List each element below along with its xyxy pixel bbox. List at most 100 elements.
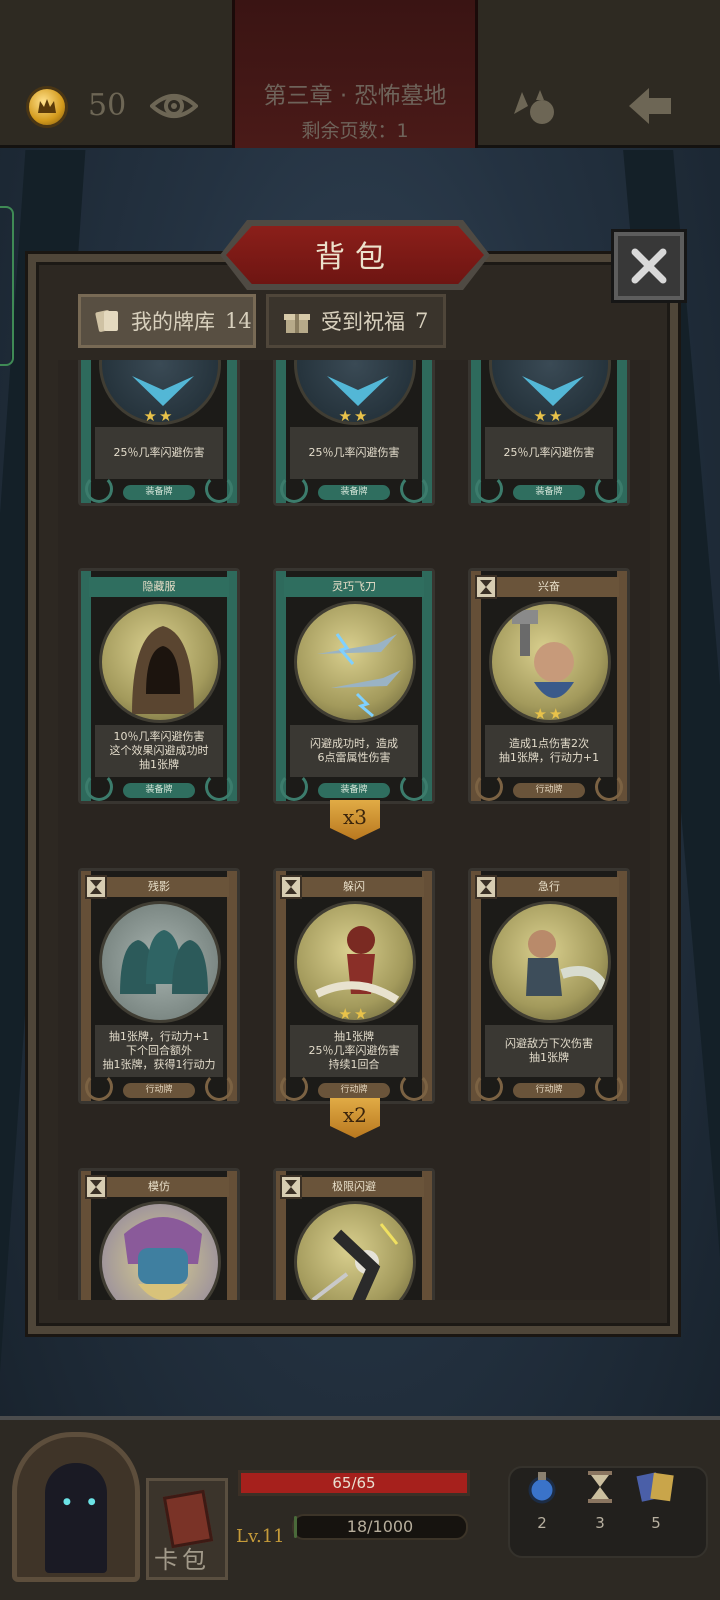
- card-type: 装备牌: [123, 783, 195, 798]
- extreme-dodge-icon: [311, 1223, 399, 1300]
- card-name: 躲闪: [284, 877, 424, 897]
- card-name: 极限闪避: [284, 1177, 424, 1197]
- card-stars: ★★: [338, 1005, 370, 1023]
- afterimage-icon: [120, 930, 208, 994]
- card-art: [489, 901, 611, 1023]
- flying-knives-icon: [317, 633, 401, 718]
- card[interactable]: 兴奋 ★★ 造成1点伤害2次 抽1张牌，行动力+1 行动牌: [468, 568, 630, 804]
- card-name: 灵巧飞刀: [284, 577, 424, 597]
- card-description: 抽1张牌，行动力+1 下个回合额外 抽1张牌，获得1行动力: [95, 1025, 223, 1077]
- card-art: [99, 1201, 221, 1300]
- eye-icon[interactable]: [149, 86, 199, 130]
- player-level: Lv.11: [236, 1526, 285, 1547]
- gift-icon: [284, 314, 310, 333]
- card[interactable]: 躲闪 ★★ 抽1张牌 25％几率闪避伤害 持续1回合 行动牌: [273, 868, 435, 1104]
- card-type: 行动牌: [318, 1083, 390, 1098]
- panel-title: 背包: [315, 240, 395, 275]
- card-stars: ★★: [533, 407, 565, 425]
- card-description: 闪避敌方下次伤害 抽1张牌: [485, 1025, 613, 1077]
- dashing-warrior-icon: [526, 930, 608, 996]
- card[interactable]: 隐藏服 10％几率闪避伤害 这个效果闪避成功时 抽1张牌 装备牌: [78, 568, 240, 804]
- card-art: [99, 901, 221, 1023]
- cards-icon: [95, 310, 118, 332]
- resource-count: 2: [537, 1514, 547, 1532]
- resource-count: 5: [651, 1514, 661, 1532]
- tab-count: 14: [225, 309, 252, 333]
- card[interactable]: ★★ 25％几率闪避伤害 装备牌: [78, 360, 240, 506]
- card-type: 装备牌: [318, 485, 390, 500]
- card-name: 隐藏服: [89, 577, 229, 597]
- card-type: 装备牌: [318, 783, 390, 798]
- card-type: 装备牌: [513, 485, 585, 500]
- card-description: 闪避成功时，造成 6点雷属性伤害: [290, 725, 418, 777]
- resource-count: 3: [595, 1514, 605, 1532]
- card-description: 抽1张牌 25％几率闪避伤害 持续1回合: [290, 1025, 418, 1077]
- coin-count: 50: [88, 88, 127, 123]
- card-type: 行动牌: [513, 783, 585, 798]
- resource-cards[interactable]: 5: [634, 1470, 678, 1532]
- card[interactable]: 急行 闪避敌方下次伤害 抽1张牌 行动牌: [468, 868, 630, 1104]
- tab-count: 7: [415, 309, 429, 333]
- hourglass-icon: [588, 1471, 612, 1503]
- card-art: [294, 1201, 416, 1300]
- cards-icon: [636, 1472, 674, 1502]
- card[interactable]: 灵巧飞刀 闪避成功时，造成 6点雷属性伤害 装备牌: [273, 568, 435, 804]
- hourglass-icon: [280, 875, 302, 899]
- card-art: [99, 601, 221, 723]
- back-arrow-icon[interactable]: [625, 84, 675, 132]
- hp-text: 65/65: [332, 1474, 376, 1492]
- side-drawer-tab[interactable]: [0, 206, 14, 366]
- card-count-badge: x2: [330, 1098, 380, 1138]
- hourglass-icon: [475, 875, 497, 899]
- card-name: 急行: [479, 877, 619, 897]
- hero-portrait[interactable]: ● ●: [12, 1432, 140, 1582]
- card-description: 25％几率闪避伤害: [95, 427, 223, 479]
- card-stars: ★★: [338, 407, 370, 425]
- card[interactable]: 残影 抽1张牌，行动力+1 下个回合额外 抽1张牌，获得1行动力 行动牌: [78, 868, 240, 1104]
- card-description: 10％几率闪避伤害 这个效果闪避成功时 抽1张牌: [95, 725, 223, 777]
- tab-blessings[interactable]: 受到祝福 7: [266, 294, 446, 348]
- resource-hourglass[interactable]: 3: [578, 1470, 622, 1532]
- chapter-banner: 第三章 · 恐怖墓地 剩余页数：1: [232, 0, 478, 148]
- pages-remaining: 剩余页数：1: [301, 120, 409, 142]
- tab-my-deck[interactable]: 我的牌库 14: [78, 294, 256, 348]
- card-name: 模仿: [89, 1177, 229, 1197]
- hourglass-icon: [85, 875, 107, 899]
- card-stars: ★★: [143, 407, 175, 425]
- card-stars: ★★: [533, 705, 565, 723]
- hp-bar: 65/65: [238, 1470, 470, 1496]
- hooded-hero-icon: [45, 1463, 107, 1573]
- hooded-cloak-icon: [132, 626, 194, 714]
- gold-coin-icon: [26, 86, 68, 128]
- hourglass-icon: [475, 575, 497, 599]
- chapter-title: 第三章 · 恐怖墓地: [263, 83, 447, 109]
- xp-text: 18/1000: [346, 1517, 414, 1536]
- card-description: 造成1点伤害2次 抽1张牌，行动力+1: [485, 725, 613, 777]
- card-name: 兴奋: [479, 577, 619, 597]
- card[interactable]: 模仿: [78, 1168, 240, 1300]
- card-description: 25％几率闪避伤害: [290, 427, 418, 479]
- card-pack-label: 卡包: [154, 1546, 210, 1574]
- top-bar: 50 第三章 · 恐怖墓地 剩余页数：1: [0, 0, 720, 148]
- hourglass-icon: [85, 1175, 107, 1199]
- close-button[interactable]: [614, 232, 684, 300]
- tab-label: 我的牌库: [131, 310, 215, 334]
- card-type: 装备牌: [123, 485, 195, 500]
- card-type: 行动牌: [123, 1083, 195, 1098]
- card-art: [294, 601, 416, 723]
- card-type: 行动牌: [513, 1083, 585, 1098]
- card[interactable]: 极限闪避: [273, 1168, 435, 1300]
- pet-icon[interactable]: [510, 84, 560, 130]
- card-count-badge: x3: [330, 800, 380, 840]
- card-name: 残影: [89, 877, 229, 897]
- card-grid[interactable]: ★★ 25％几率闪避伤害 装备牌 ★★ 25％几率闪避伤害 装备牌 ★★ 25％…: [58, 360, 650, 1300]
- tab-label: 受到祝福: [321, 310, 405, 334]
- card[interactable]: ★★ 25％几率闪避伤害 装备牌: [273, 360, 435, 506]
- card[interactable]: ★★ 25％几率闪避伤害 装备牌: [468, 360, 630, 506]
- close-icon: [631, 248, 667, 284]
- xp-bar: 18/1000: [292, 1514, 468, 1540]
- resource-potion[interactable]: 2: [520, 1470, 564, 1532]
- goblin-mask-icon: [124, 1217, 202, 1300]
- hourglass-icon: [280, 1175, 302, 1199]
- potion-icon: [528, 1472, 556, 1504]
